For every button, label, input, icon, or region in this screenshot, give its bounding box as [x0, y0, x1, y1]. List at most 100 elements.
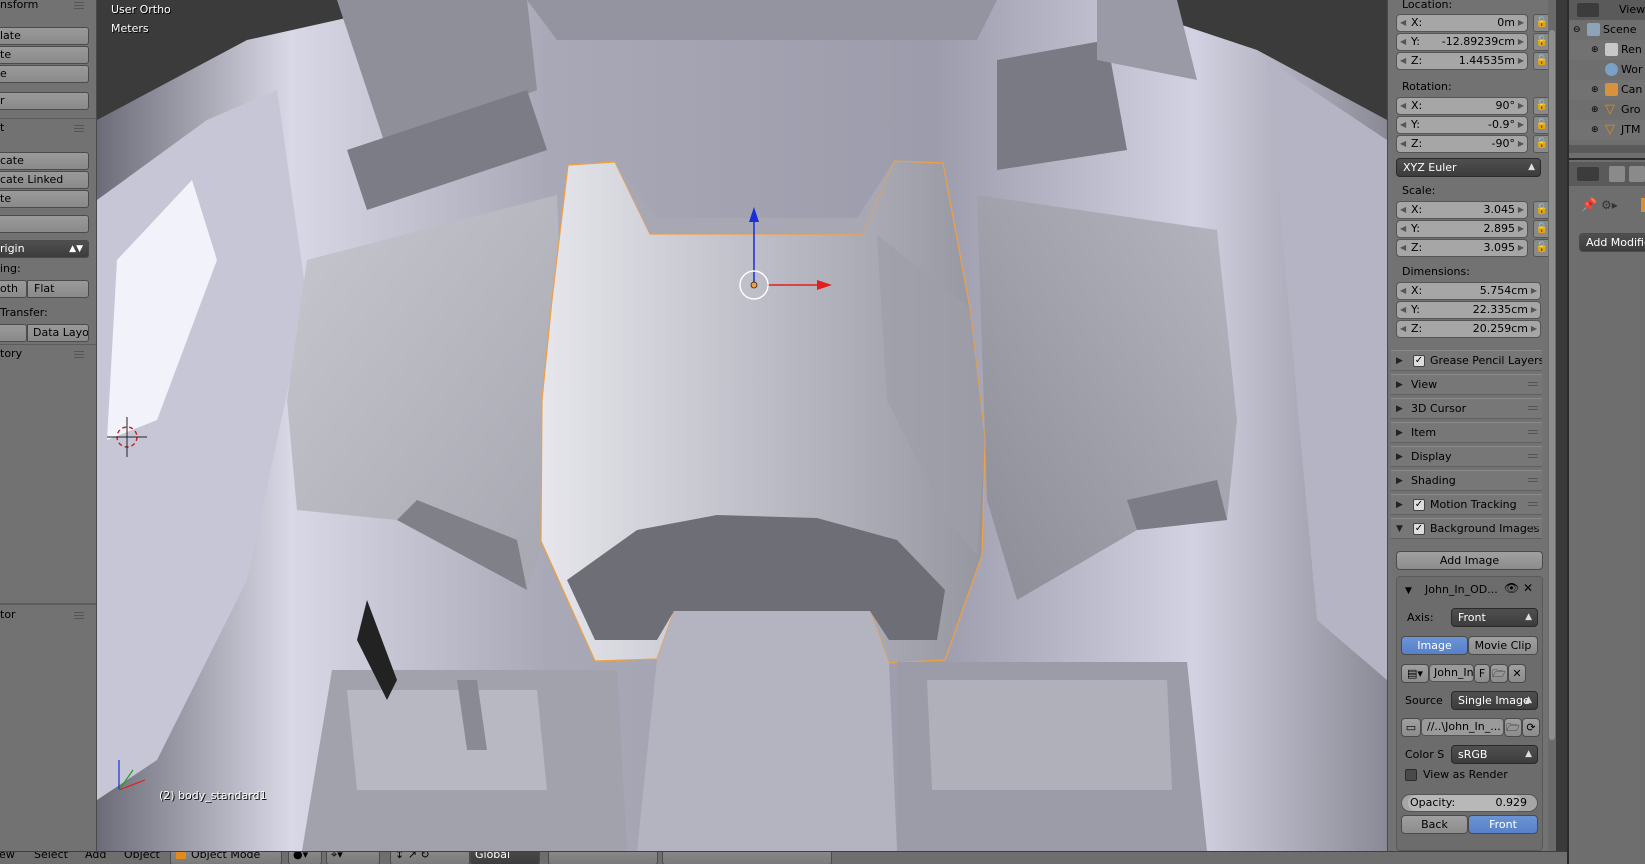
outliner-row-world[interactable]: Wor [1569, 60, 1645, 80]
render-layers-tab-icon[interactable] [1629, 166, 1645, 182]
dimension-z-field[interactable]: ◀ Z: 20.259cm ▶ [1396, 320, 1541, 338]
view-as-render-checkbox[interactable] [1405, 769, 1417, 781]
add-modifier-button[interactable]: Add Modifier [1579, 233, 1645, 252]
open-folder-icon[interactable]: 🗁 [1504, 718, 1522, 737]
arrow-right-icon[interactable]: ▶ [1518, 98, 1524, 114]
panel-grip-icon[interactable] [1528, 526, 1538, 532]
arrow-left-icon[interactable]: ◀ [1400, 117, 1406, 133]
scale-x-field[interactable]: ◀ X: 3.045 ▶ [1396, 201, 1528, 219]
editor-type-icon[interactable] [1577, 3, 1599, 17]
image-name-field[interactable]: John_In [1429, 664, 1474, 682]
outliner-row-scene[interactable]: ⊖ Scene [1569, 20, 1645, 40]
arrow-left-icon[interactable]: ◀ [1400, 302, 1406, 318]
section-item[interactable]: ▶ Item [1391, 422, 1542, 443]
panel-grip-icon[interactable] [1528, 406, 1538, 412]
scale-button[interactable]: e [0, 65, 89, 83]
panel-grip-icon[interactable] [1528, 430, 1538, 436]
arrow-right-icon[interactable]: ▶ [1518, 15, 1524, 31]
outliner-view-menu[interactable]: View [1619, 3, 1645, 16]
shading-mode-dropdown[interactable]: ●▾ [288, 852, 322, 864]
editor-type-icon[interactable] [1577, 167, 1599, 181]
duplicate-button[interactable]: cate [0, 152, 89, 170]
expand-triangle-icon[interactable]: ▶ [1396, 423, 1403, 442]
join-button[interactable] [0, 215, 89, 233]
panel-grip-icon[interactable] [1528, 454, 1538, 460]
panel-grip-icon[interactable] [1528, 478, 1538, 484]
front-button[interactable]: Front [1468, 815, 1538, 834]
3d-viewport[interactable]: User Ortho Meters (2) body_standard1 [97, 0, 1387, 851]
fake-user-button[interactable]: F [1474, 664, 1490, 683]
expand-triangle-icon[interactable]: ▶ [1396, 495, 1403, 514]
expand-triangle-icon[interactable]: ▶ [1396, 399, 1403, 418]
panel-grip-icon[interactable] [74, 2, 84, 10]
collapse-triangle-icon[interactable]: ▼ [1405, 586, 1412, 596]
arrow-left-icon[interactable]: ◀ [1400, 283, 1406, 299]
flat-button[interactable]: Flat [27, 280, 89, 298]
arrow-left-icon[interactable]: ◀ [1400, 136, 1406, 152]
pivot-dropdown[interactable]: ⌖▾ [326, 852, 380, 864]
expand-triangle-icon[interactable]: ▶ [1396, 351, 1403, 370]
arrow-left-icon[interactable]: ◀ [1400, 34, 1406, 50]
add-menu[interactable]: Add [85, 852, 106, 864]
arrow-left-icon[interactable]: ◀ [1400, 98, 1406, 114]
location-x-field[interactable]: ◀ X: 0m ▶ [1396, 14, 1528, 32]
expand-icon[interactable]: ⊕ [1591, 40, 1599, 60]
checkbox-checked-icon[interactable]: ✓ [1413, 355, 1425, 367]
section-display[interactable]: ▶ Display [1391, 446, 1542, 467]
section-background-images[interactable]: ▼ ✓ Background Images [1391, 518, 1542, 539]
arrow-left-icon[interactable]: ◀ [1400, 53, 1406, 69]
source-dropdown[interactable]: Single Image ▲ [1451, 691, 1538, 710]
panel-grip-icon[interactable] [1528, 382, 1538, 388]
expand-icon[interactable]: ⊕ [1591, 120, 1599, 140]
select-menu[interactable]: Select [34, 852, 68, 864]
transform-orientation-dropdown[interactable]: Global [470, 852, 540, 864]
set-origin-dropdown[interactable]: rigin ▲▼ [0, 240, 89, 258]
pin-icon[interactable]: 📌 [1581, 198, 1597, 213]
mode-dropdown[interactable]: Object Mode [170, 852, 282, 864]
outliner-row-render-layers[interactable]: ⊕ Ren [1569, 40, 1645, 60]
history-panel-header[interactable]: tory [0, 347, 90, 365]
data-button[interactable] [0, 324, 27, 342]
rotate-button[interactable]: te [0, 46, 89, 64]
collapse-icon[interactable]: ⊖ [1573, 20, 1581, 40]
open-folder-icon[interactable]: 🗁 [1490, 664, 1508, 683]
unlink-icon[interactable]: ✕ [1508, 664, 1526, 683]
arrow-right-icon[interactable]: ▶ [1518, 34, 1524, 50]
arrow-right-icon[interactable]: ▶ [1531, 321, 1537, 337]
dimension-y-field[interactable]: ◀ Y: 22.335cm ▶ [1396, 301, 1541, 319]
section-view[interactable]: ▶ View [1391, 374, 1542, 395]
snapping-toggles[interactable] [662, 852, 832, 864]
rotation-x-field[interactable]: ◀ X: 90° ▶ [1396, 97, 1528, 115]
section-shading[interactable]: ▶ Shading [1391, 470, 1542, 491]
opacity-slider[interactable]: Opacity: 0.929 [1401, 794, 1538, 812]
region-divider[interactable] [1569, 158, 1645, 160]
scale-z-field[interactable]: ◀ Z: 3.095 ▶ [1396, 239, 1528, 257]
translate-button[interactable]: late [0, 27, 89, 45]
view-menu[interactable]: iew [0, 852, 15, 864]
arrow-right-icon[interactable]: ▶ [1518, 240, 1524, 256]
color-space-dropdown[interactable]: sRGB ▲ [1451, 745, 1538, 764]
outliner-row-jtm[interactable]: ⊕ ▽ JTM [1569, 120, 1645, 140]
image-browse-icon[interactable]: ▤▾ [1401, 664, 1429, 683]
object-menu[interactable]: Object [124, 852, 160, 864]
panel-grip-icon[interactable] [1528, 502, 1538, 508]
expand-icon[interactable]: ⊕ [1591, 80, 1599, 100]
section-3d-cursor[interactable]: ▶ 3D Cursor [1391, 398, 1542, 419]
arrow-right-icon[interactable]: ▶ [1531, 302, 1537, 318]
axis-dropdown[interactable]: Front ▲ [1451, 608, 1538, 627]
rotation-z-field[interactable]: ◀ Z: -90° ▶ [1396, 135, 1528, 153]
arrow-left-icon[interactable]: ◀ [1400, 240, 1406, 256]
close-icon[interactable]: ✕ [1523, 581, 1533, 595]
operator-panel-header[interactable]: tor [0, 608, 90, 626]
expand-icon[interactable]: ⊕ [1591, 100, 1599, 120]
viewport-scene[interactable] [97, 0, 1387, 851]
smooth-button[interactable]: oth [0, 280, 27, 298]
outliner-scrollbar[interactable] [1569, 145, 1645, 153]
scrollbar-thumb[interactable] [1549, 30, 1555, 740]
dimension-x-field[interactable]: ◀ X: 5.754cm ▶ [1396, 282, 1541, 300]
data-layout-button[interactable]: Data Layo [27, 324, 89, 342]
edit-panel-header[interactable]: t [0, 121, 90, 139]
transform-panel-header[interactable]: nsform [0, 0, 90, 16]
expand-triangle-icon[interactable]: ▶ [1396, 471, 1403, 490]
expand-triangle-icon[interactable]: ▶ [1396, 375, 1403, 394]
